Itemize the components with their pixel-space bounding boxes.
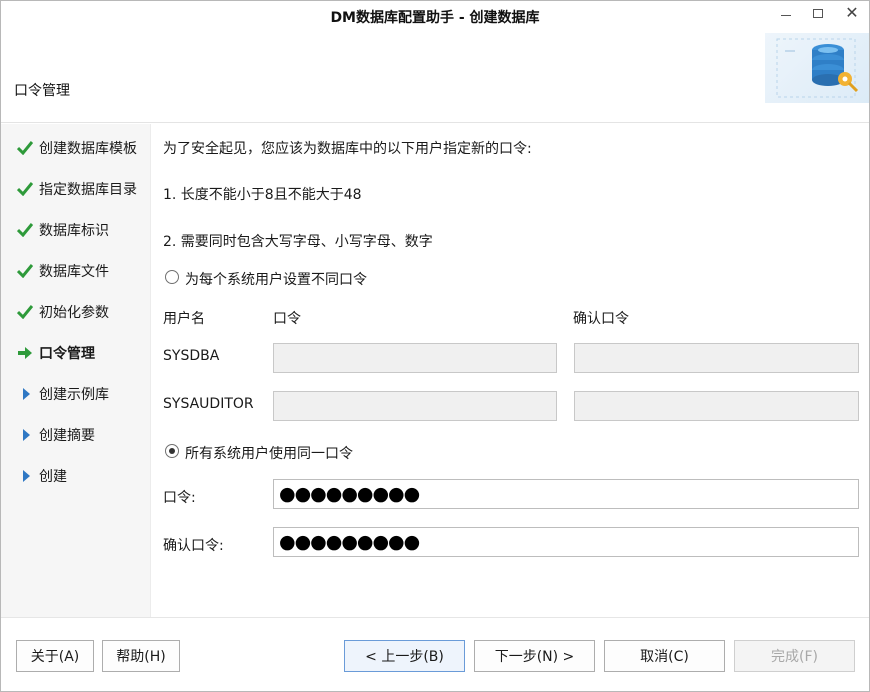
next-button[interactable]: 下一步(N) > — [474, 640, 595, 672]
sysdba-password-field[interactable] — [273, 343, 557, 373]
confirm-password-mask: ●●●●●●●●● — [279, 530, 420, 553]
separate-password-label[interactable]: 为每个系统用户设置不同口令 — [185, 269, 367, 289]
page-title: 口令管理 — [14, 83, 70, 99]
check-icon — [17, 305, 39, 319]
sysauditor-confirm-field[interactable] — [574, 391, 859, 421]
database-settings-icon — [765, 33, 869, 103]
title-bar: DM数据库配置助手 - 创建数据库 ✕ — [1, 1, 869, 31]
col-header-confirm: 确认口令 — [573, 311, 629, 327]
cancel-button[interactable]: 取消(C) — [604, 640, 725, 672]
user-name-sysdba: SYSDBA — [163, 348, 220, 364]
col-header-user: 用户名 — [163, 311, 205, 327]
step-label: 创建摘要 — [39, 428, 95, 444]
step-label: 数据库文件 — [39, 264, 109, 280]
rule-length: 1. 长度不能小于8且不能大于48 — [163, 187, 362, 203]
same-password-label[interactable]: 所有系统用户使用同一口令 — [185, 443, 353, 463]
check-icon — [17, 141, 39, 155]
about-button[interactable]: 关于(A) — [16, 640, 94, 672]
confirm-password-label: 确认口令: — [163, 538, 224, 554]
step-sample-db: 创建示例库 — [17, 383, 109, 405]
sysauditor-password-field[interactable] — [273, 391, 557, 421]
step-label: 口令管理 — [39, 346, 95, 362]
step-label: 创建示例库 — [39, 387, 109, 403]
step-summary: 创建摘要 — [17, 424, 95, 446]
password-label: 口令: — [163, 490, 196, 506]
step-db-files: 数据库文件 — [17, 260, 109, 282]
step-label: 指定数据库目录 — [39, 182, 137, 198]
step-init-params: 初始化参数 — [17, 301, 109, 323]
intro-text: 为了安全起见，您应该为数据库中的以下用户指定新的口令: — [163, 141, 532, 157]
step-label: 创建 — [39, 469, 67, 485]
close-button[interactable]: ✕ — [835, 1, 869, 25]
password-input[interactable]: ●●●●●●●●● — [273, 479, 859, 509]
user-name-sysauditor: SYSAUDITOR — [163, 396, 254, 412]
minimize-button[interactable] — [769, 1, 803, 25]
check-icon — [17, 223, 39, 237]
step-label: 初始化参数 — [39, 305, 109, 321]
app-window: DM数据库配置助手 - 创建数据库 ✕ 口令管理 创建数据库模板 指定数据库目录… — [0, 0, 870, 692]
step-label: 创建数据库模板 — [39, 141, 137, 157]
button-bar: 关于(A) 帮助(H) < 上一步(B) 下一步(N) > 取消(C) 完成(F… — [1, 617, 869, 691]
main-content: 为了安全起见，您应该为数据库中的以下用户指定新的口令: 1. 长度不能小于8且不… — [151, 124, 869, 617]
triangle-right-icon — [17, 428, 39, 442]
step-db-directory: 指定数据库目录 — [17, 178, 137, 200]
confirm-password-input[interactable]: ●●●●●●●●● — [273, 527, 859, 557]
window-title: DM数据库配置助手 - 创建数据库 — [330, 10, 540, 26]
col-header-password: 口令 — [273, 311, 301, 327]
steps-sidebar: 创建数据库模板 指定数据库目录 数据库标识 数据库文件 初始化参数 口令管理 创… — [1, 124, 151, 617]
finish-button: 完成(F) — [734, 640, 855, 672]
arrow-right-icon — [17, 346, 39, 360]
password-mask: ●●●●●●●●● — [279, 482, 420, 505]
check-icon — [17, 182, 39, 196]
step-password-management: 口令管理 — [17, 342, 95, 364]
minimize-icon — [781, 14, 791, 16]
step-label: 数据库标识 — [39, 223, 109, 239]
maximize-icon — [813, 8, 823, 18]
check-icon — [17, 264, 39, 278]
step-create: 创建 — [17, 465, 67, 487]
rule-charset: 2. 需要同时包含大写字母、小写字母、数字 — [163, 234, 433, 250]
step-create-template: 创建数据库模板 — [17, 137, 137, 159]
separate-password-radio[interactable] — [165, 270, 179, 284]
sysdba-confirm-field[interactable] — [574, 343, 859, 373]
same-password-radio[interactable] — [165, 444, 179, 458]
close-icon: ✕ — [845, 3, 859, 22]
triangle-right-icon — [17, 469, 39, 483]
back-button[interactable]: < 上一步(B) — [344, 640, 465, 672]
page-header: 口令管理 — [1, 31, 869, 123]
triangle-right-icon — [17, 387, 39, 401]
step-db-identity: 数据库标识 — [17, 219, 109, 241]
help-button[interactable]: 帮助(H) — [102, 640, 180, 672]
maximize-button[interactable] — [801, 1, 835, 25]
